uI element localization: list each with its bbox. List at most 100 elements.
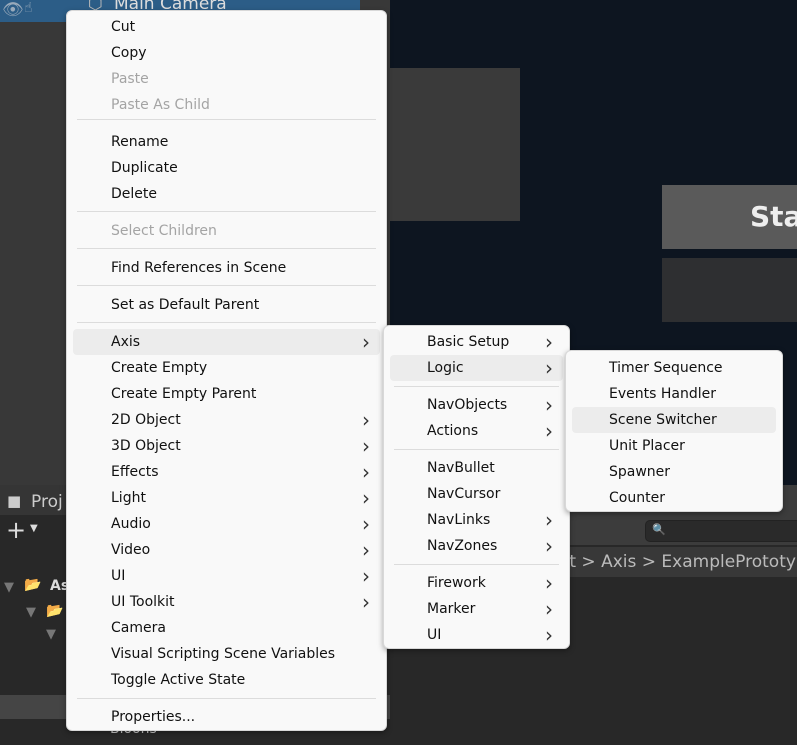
menu-item-select-children[interactable]: Select Children xyxy=(73,218,380,244)
add-button[interactable]: + xyxy=(6,518,26,542)
menu-item-light[interactable]: Light › xyxy=(73,485,380,511)
menu-item-axis[interactable]: Axis › xyxy=(73,329,380,355)
menu-item-label: Axis xyxy=(111,334,141,350)
menu-item-effects[interactable]: Effects › xyxy=(73,459,380,485)
menu-item-2d-object[interactable]: 2D Object › xyxy=(73,407,380,433)
menu-item-properties[interactable]: Properties... xyxy=(73,704,380,730)
menu-item-label: NavObjects xyxy=(427,397,508,413)
menu-item-label: 2D Object xyxy=(111,412,181,428)
chevron-right-icon: › xyxy=(362,434,370,458)
search-icon: 🔍 xyxy=(652,523,666,536)
chevron-right-icon: › xyxy=(545,356,553,380)
pickable-hand-icon[interactable]: ☝ xyxy=(24,0,33,16)
menu-item-counter[interactable]: Counter xyxy=(572,485,776,511)
menu-item-set-as-default-parent[interactable]: Set as Default Parent xyxy=(73,292,380,318)
menu-item-firework[interactable]: Firework › xyxy=(390,570,563,596)
menu-item-label: NavBullet xyxy=(427,460,495,476)
menu-item-paste-as-child[interactable]: Paste As Child xyxy=(73,92,380,118)
menu-item-label: Audio xyxy=(111,516,151,532)
menu-item-ui-toolkit[interactable]: UI Toolkit › xyxy=(73,589,380,615)
chevron-right-icon: › xyxy=(362,408,370,432)
menu-item-label: Basic Setup xyxy=(427,334,510,350)
axis-submenu: Basic Setup › Logic › NavObjects › Actions › Nav… xyxy=(383,325,570,649)
menu-item-label: Light xyxy=(111,490,146,506)
menu-item-label: Camera xyxy=(111,620,166,636)
menu-item-toggle-active-state[interactable]: Toggle Active State xyxy=(73,667,380,693)
menu-item-label: Video xyxy=(111,542,151,558)
chevron-right-icon: › xyxy=(545,534,553,558)
menu-item-label: Events Handler xyxy=(609,386,716,402)
folder-open-icon: 📂 xyxy=(24,577,42,593)
chevron-right-icon: › xyxy=(362,512,370,536)
chevron-right-icon: › xyxy=(545,393,553,417)
breadcrumb-item[interactable]: Axis xyxy=(601,552,636,572)
menu-item-label: Counter xyxy=(609,490,665,506)
menu-item-3d-object[interactable]: 3D Object › xyxy=(73,433,380,459)
menu-item-ui[interactable]: UI › xyxy=(73,563,380,589)
chevron-right-icon: › xyxy=(545,571,553,595)
menu-item-label: Copy xyxy=(111,45,147,61)
menu-item-spawner[interactable]: Spawner xyxy=(572,459,776,485)
menu-item-visual-scripting-scene-variables[interactable]: Visual Scripting Scene Variables xyxy=(73,641,380,667)
menu-item-audio[interactable]: Audio › xyxy=(73,511,380,537)
menu-separator xyxy=(77,698,376,699)
menu-item-label: Paste xyxy=(111,71,149,87)
menu-item-ui[interactable]: UI › xyxy=(390,622,563,648)
menu-item-label: Firework xyxy=(427,575,486,591)
menu-item-label: NavLinks xyxy=(427,512,491,528)
menu-item-camera[interactable]: Camera xyxy=(73,615,380,641)
visibility-eye-icon[interactable]: 👁 xyxy=(2,0,24,20)
menu-item-label: Paste As Child xyxy=(111,97,210,113)
project-tab[interactable]: Proj xyxy=(31,492,63,512)
chevron-right-icon: › xyxy=(545,597,553,621)
menu-item-basic-setup[interactable]: Basic Setup › xyxy=(390,329,563,355)
menu-item-label: NavCursor xyxy=(427,486,501,502)
chevron-right-icon: › xyxy=(362,590,370,614)
menu-item-copy[interactable]: Copy xyxy=(73,40,380,66)
menu-separator xyxy=(77,285,376,286)
menu-item-navobjects[interactable]: NavObjects › xyxy=(390,392,563,418)
menu-item-label: Actions xyxy=(427,423,479,439)
menu-item-create-empty[interactable]: Create Empty xyxy=(73,355,380,381)
menu-item-navzones[interactable]: NavZones › xyxy=(390,533,563,559)
menu-item-label: Logic xyxy=(427,360,464,376)
menu-item-unit-placer[interactable]: Unit Placer xyxy=(572,433,776,459)
menu-item-label: Rename xyxy=(111,134,169,150)
chevron-right-icon: › xyxy=(545,419,553,443)
expand-triangle-icon[interactable]: ▼ xyxy=(46,627,56,642)
breadcrumb-item[interactable]: ExamplePrototy xyxy=(661,552,796,572)
menu-item-events-handler[interactable]: Events Handler xyxy=(572,381,776,407)
menu-separator xyxy=(77,119,376,120)
expand-triangle-icon[interactable]: ▼ xyxy=(26,605,36,620)
chevron-down-icon[interactable]: ▼ xyxy=(30,523,38,534)
menu-item-actions[interactable]: Actions › xyxy=(390,418,563,444)
menu-item-navcursor[interactable]: NavCursor xyxy=(390,481,563,507)
menu-item-timer-sequence[interactable]: Timer Sequence xyxy=(572,355,776,381)
folder-icon: ■ xyxy=(7,492,22,510)
menu-item-rename[interactable]: Rename xyxy=(73,129,380,155)
chevron-right-icon: › xyxy=(362,486,370,510)
menu-item-label: UI xyxy=(111,568,126,584)
menu-item-navlinks[interactable]: NavLinks › xyxy=(390,507,563,533)
menu-item-navbullet[interactable]: NavBullet xyxy=(390,455,563,481)
menu-item-logic[interactable]: Logic › xyxy=(390,355,563,381)
search-input[interactable]: 🔍 xyxy=(645,520,797,542)
menu-item-duplicate[interactable]: Duplicate xyxy=(73,155,380,181)
chevron-right-icon: › xyxy=(362,564,370,588)
menu-item-find-references-in-scene[interactable]: Find References in Scene xyxy=(73,255,380,281)
menu-separator xyxy=(394,449,559,450)
menu-item-label: Effects xyxy=(111,464,159,480)
menu-item-video[interactable]: Video › xyxy=(73,537,380,563)
menu-item-label: Timer Sequence xyxy=(609,360,723,376)
menu-item-cut[interactable]: Cut xyxy=(73,14,380,40)
menu-item-label: Properties... xyxy=(111,709,196,725)
menu-item-label: Create Empty Parent xyxy=(111,386,257,402)
menu-item-create-empty-parent[interactable]: Create Empty Parent xyxy=(73,381,380,407)
menu-item-scene-switcher[interactable]: Scene Switcher xyxy=(572,407,776,433)
menu-item-delete[interactable]: Delete xyxy=(73,181,380,207)
menu-item-marker[interactable]: Marker › xyxy=(390,596,563,622)
menu-item-paste[interactable]: Paste xyxy=(73,66,380,92)
menu-separator xyxy=(77,211,376,212)
menu-item-label: Toggle Active State xyxy=(111,672,246,688)
expand-triangle-icon[interactable]: ▼ xyxy=(4,580,14,595)
